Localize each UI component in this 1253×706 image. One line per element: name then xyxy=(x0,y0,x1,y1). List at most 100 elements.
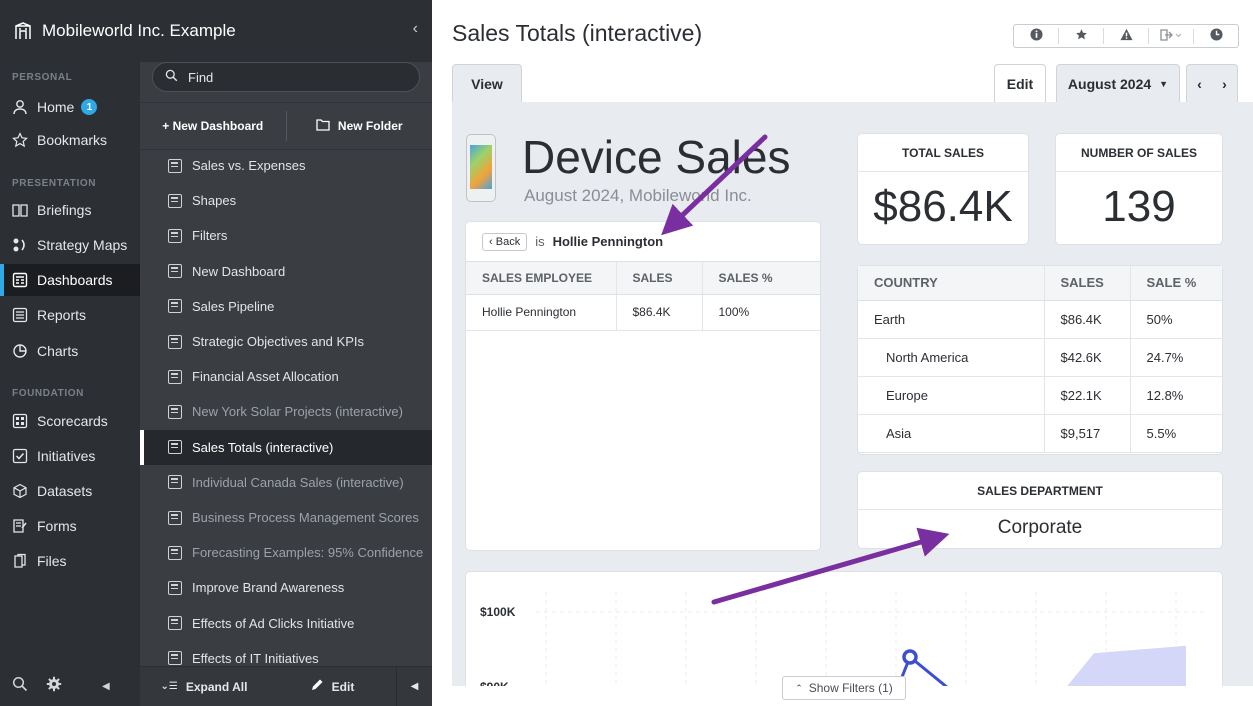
find-placeholder: Find xyxy=(188,69,214,85)
nav-item-label: Scorecards xyxy=(37,413,108,429)
collapse-nav-icon[interactable]: ◀ xyxy=(102,681,110,692)
dashboard-list-item[interactable]: Improve Brand Awareness xyxy=(140,570,432,605)
table-row[interactable]: Asia $9,517 5.5% xyxy=(858,414,1222,453)
period-selector[interactable]: August 2024 ▼ xyxy=(1056,64,1180,102)
expand-all-button[interactable]: ⌄☰ Expand All xyxy=(140,680,268,694)
department-value: Corporate xyxy=(997,517,1083,538)
info-icon[interactable] xyxy=(1014,28,1059,44)
table-cell: Europe xyxy=(858,376,1045,415)
column-header[interactable]: SALE % xyxy=(1130,266,1222,301)
nav-footer: ◀ xyxy=(0,666,140,706)
dashboard-icon xyxy=(168,299,182,314)
period-label: August 2024 xyxy=(1067,75,1152,92)
dashboard-icon xyxy=(168,264,182,279)
tab-edit[interactable]: Edit xyxy=(994,64,1046,102)
dashboard-icon xyxy=(168,651,182,666)
user-icon xyxy=(12,99,28,115)
table-row[interactable]: Europe $22.1K 12.8% xyxy=(858,376,1222,415)
dashboard-list-item[interactable]: Individual Canada Sales (interactive) xyxy=(140,465,432,500)
nav-item-files[interactable]: Files xyxy=(0,545,140,577)
total-sales-kpi[interactable]: TOTAL SALES $86.4K xyxy=(858,134,1028,244)
next-period-icon[interactable]: › xyxy=(1222,76,1227,92)
nav-item-label: Files xyxy=(37,553,67,569)
table-cell: 100% xyxy=(702,294,820,331)
table-cell: $22.1K xyxy=(1044,376,1131,415)
previous-period-icon[interactable]: ‹ xyxy=(1197,76,1202,92)
nav-item-scorecards[interactable]: Scorecards xyxy=(0,405,140,437)
dashboard-list-item[interactable]: New York Solar Projects (interactive) xyxy=(140,394,432,429)
home-badge: 1 xyxy=(81,99,98,115)
dashboard-list-item[interactable]: Financial Asset Allocation xyxy=(140,359,432,394)
column-header[interactable]: SALES xyxy=(1044,266,1131,301)
dashboard-list-label: New York Solar Projects (interactive) xyxy=(192,404,403,420)
dashboard-list-item[interactable]: Sales Totals (interactive) xyxy=(140,429,432,465)
org-header[interactable]: Mobileworld Inc. Example ‹ xyxy=(0,0,432,62)
column-header[interactable]: COUNTRY xyxy=(858,266,1045,301)
page-title: Sales Totals (interactive) xyxy=(452,20,703,46)
table-cell: Asia xyxy=(858,414,1045,453)
dashboard-icon xyxy=(168,545,182,560)
collapse-panel-icon[interactable]: ◀ xyxy=(396,666,432,706)
nav-item-datasets[interactable]: Datasets xyxy=(0,475,140,507)
nav-item-label: Briefings xyxy=(37,202,92,218)
nav-item-label: Home xyxy=(37,99,75,115)
dashboard-list-label: Improve Brand Awareness xyxy=(192,580,345,596)
dashboard-list-item[interactable]: Effects of Ad Clicks Initiative xyxy=(140,606,432,641)
dashboard-list-label: Sales vs. Expenses xyxy=(192,158,306,173)
nav-item-reports[interactable]: Reports xyxy=(0,299,140,331)
dashboard-icon xyxy=(168,580,182,595)
show-filters-label: Show Filters (1) xyxy=(808,681,893,695)
new-dashboard-button[interactable]: + New Dashboard xyxy=(140,103,286,149)
nav-item-label: Bookmarks xyxy=(37,132,108,148)
nav-item-initiatives[interactable]: Initiatives xyxy=(0,440,140,472)
number-of-sales-kpi[interactable]: NUMBER OF SALES 139 xyxy=(1056,134,1222,244)
table-cell: 12.8% xyxy=(1130,376,1222,415)
table-cell: $9,517 xyxy=(1044,414,1131,453)
share-icon[interactable] xyxy=(1149,28,1194,44)
dashboard-list-item[interactable]: Filters xyxy=(140,218,432,253)
kpi-label: NUMBER OF SALES xyxy=(1056,134,1222,172)
back-button[interactable]: ‹ Back xyxy=(482,232,528,251)
show-filters-button[interactable]: ⌃ Show Filters (1) xyxy=(782,676,906,700)
nav-item-home[interactable]: Home 1 xyxy=(0,91,140,123)
chevron-left-icon[interactable]: ‹ xyxy=(413,20,418,38)
data-point xyxy=(902,649,918,665)
dashboard-list-item[interactable]: Sales vs. Expenses xyxy=(140,148,432,183)
nav-item-briefings[interactable]: Briefings xyxy=(0,194,140,226)
star-icon[interactable] xyxy=(1059,28,1104,44)
new-folder-button[interactable]: New Folder xyxy=(287,103,433,149)
edit-button[interactable]: Edit xyxy=(268,678,396,695)
dashboard-list-item[interactable]: New Dashboard xyxy=(140,254,432,289)
table-row[interactable]: North America $42.6K 24.7% xyxy=(858,338,1222,377)
alert-icon[interactable] xyxy=(1104,28,1149,44)
dashboard-list-item[interactable]: Shapes xyxy=(140,183,432,218)
nav-item-dashboards[interactable]: Dashboards xyxy=(0,264,140,296)
nav-item-label: Initiatives xyxy=(37,448,96,464)
nav-item-charts[interactable]: Charts xyxy=(0,335,140,367)
pencil-icon xyxy=(310,678,324,695)
nav-item-strategy-maps[interactable]: Strategy Maps xyxy=(0,229,140,261)
chart-svg: $100K$90K xyxy=(480,592,1206,686)
table-cell: $86.4K xyxy=(1044,300,1131,339)
dashboard-list-item[interactable]: Sales Pipeline xyxy=(140,289,432,324)
table-row[interactable]: Earth $86.4K 50% xyxy=(858,300,1222,339)
dashboard-list-label: Financial Asset Allocation xyxy=(192,369,339,385)
gear-icon[interactable] xyxy=(46,676,62,697)
find-input[interactable]: Find xyxy=(152,62,420,92)
sales-department-card[interactable]: SALES DEPARTMENT Corporate xyxy=(858,472,1222,548)
dashboard-list-label: New Dashboard xyxy=(192,263,286,279)
nav-item-forms[interactable]: Forms xyxy=(0,510,140,542)
dashboard-list-item[interactable]: Strategic Objectives and KPIs xyxy=(140,324,432,359)
dashboard-icon xyxy=(168,510,182,525)
dashboard-list-item[interactable]: Forecasting Examples: 95% Confidence xyxy=(140,535,432,570)
nav-item-bookmarks[interactable]: Bookmarks xyxy=(0,124,140,156)
dashboard-list-item[interactable]: Business Process Management Scores xyxy=(140,500,432,535)
search-icon[interactable] xyxy=(12,676,28,697)
clock-icon[interactable] xyxy=(1194,28,1238,44)
tab-view[interactable]: View xyxy=(452,64,522,102)
column-header[interactable]: SALES xyxy=(616,262,703,295)
edit-label: Edit xyxy=(331,679,355,694)
table-row[interactable]: Hollie Pennington $86.4K 100% xyxy=(466,294,820,331)
column-header[interactable]: SALES EMPLOYEE xyxy=(466,262,617,295)
column-header[interactable]: SALES % xyxy=(702,262,820,295)
